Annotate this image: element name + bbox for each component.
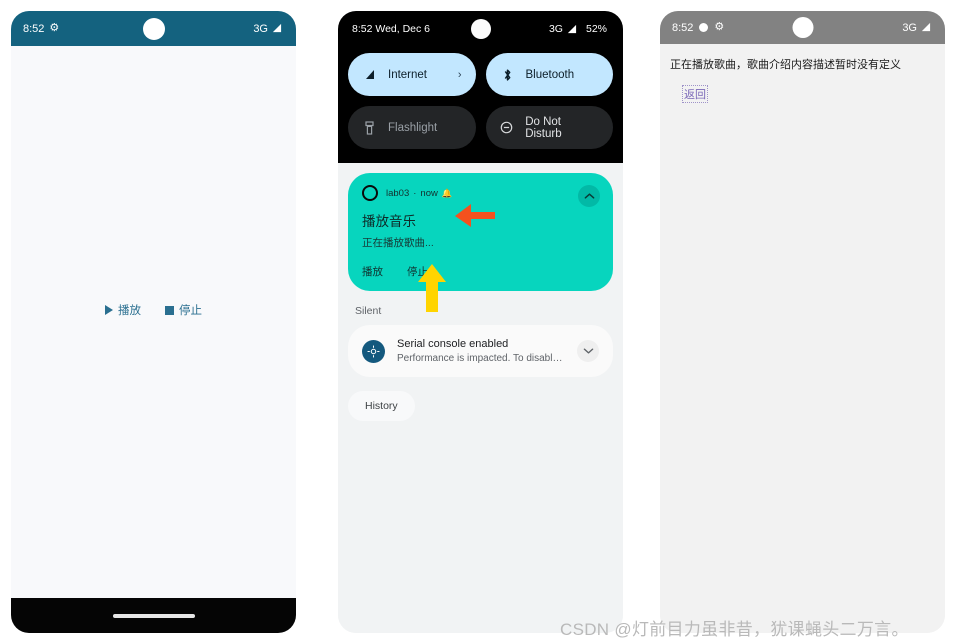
signal-icon: [921, 22, 931, 32]
phone1-clock: 8:52: [23, 22, 45, 35]
gesture-pill[interactable]: [112, 613, 195, 618]
app-ring-icon: [362, 185, 378, 201]
gear-icon: ⚙: [49, 22, 60, 34]
notification-serial-console[interactable]: Serial console enabled Performance is im…: [348, 325, 613, 377]
quick-settings-panel: Internet › Bluetooth Flashlight Do Not D…: [338, 47, 623, 163]
phone1-status-right: 3G: [253, 23, 282, 35]
phone3-status-bar: 8:52 ⚙ 3G: [660, 11, 945, 44]
media-controls: 播放 停止: [105, 302, 202, 318]
meta-separator: ·: [413, 187, 417, 199]
quick-tile-do-not-disturb[interactable]: Do Not Disturb: [485, 106, 613, 149]
quick-settings-grid: Internet › Bluetooth Flashlight Do Not D…: [348, 53, 613, 149]
signal-icon: [272, 23, 282, 33]
history-button[interactable]: History: [348, 391, 415, 421]
phone2-status-right: 3G 52%: [549, 23, 607, 35]
now-playing-message: 正在播放歌曲，歌曲介绍内容描述暂时没有定义: [670, 59, 901, 71]
notification-serial-title: Serial console enabled: [397, 338, 509, 350]
notification-serial-text-block: Serial console enabled Performance is im…: [397, 338, 565, 364]
network-indicator: 3G: [549, 23, 577, 35]
quick-tile-internet-label: Internet: [388, 68, 427, 81]
quick-tile-dnd-label: Do Not Disturb: [525, 115, 562, 140]
phone2-clock-date: 8:52 Wed, Dec 6: [352, 23, 431, 35]
notification-app-name: lab03: [386, 187, 410, 199]
notification-action-play[interactable]: 播放: [362, 264, 383, 279]
chevron-down-icon[interactable]: [577, 340, 599, 362]
phone2-status-bar: 8:52 Wed, Dec 6 3G 52%: [338, 11, 623, 47]
flashlight-icon: [362, 120, 377, 135]
phone3-status-right: 3G: [902, 22, 931, 34]
camera-punch-hole: [470, 19, 491, 39]
network-type-label: 3G: [253, 22, 268, 35]
silent-section-label: Silent: [355, 305, 382, 317]
red-arrow-annotation: [455, 204, 495, 227]
stop-button-label: 停止: [179, 305, 202, 317]
circle-icon: [699, 23, 709, 32]
signal-icon: [362, 69, 377, 81]
camera-punch-hole: [142, 17, 165, 40]
play-triangle-icon: [105, 305, 113, 315]
phone3-content: 正在播放歌曲，歌曲介绍内容描述暂时没有定义 返回: [660, 44, 945, 633]
quick-tile-bluetooth[interactable]: Bluetooth: [485, 53, 613, 96]
do-not-disturb-icon: [500, 121, 515, 134]
quick-tile-flashlight[interactable]: Flashlight: [348, 106, 476, 149]
phone-3-webview-screen: 8:52 ⚙ 3G 正在播放歌曲，歌曲介绍内容描述暂时没有定义 返回: [660, 11, 945, 633]
quick-tile-internet[interactable]: Internet ›: [348, 53, 476, 96]
quick-tile-flashlight-label: Flashlight: [388, 121, 438, 134]
gear-icon: ⚙: [714, 21, 725, 33]
stop-square-icon: [165, 305, 174, 315]
phone1-status-left: 8:52 ⚙: [23, 23, 59, 35]
notification-time: now: [420, 187, 438, 199]
stop-button[interactable]: 停止: [165, 302, 202, 318]
notification-serial-subtitle: Performance is impacted. To disable, che…: [397, 353, 565, 364]
network-type-label: 3G: [902, 21, 917, 34]
phone1-navigation-bar: [11, 598, 296, 633]
yellow-arrow-annotation: [418, 264, 446, 312]
phone3-status-left: 8:52 ⚙: [672, 22, 724, 34]
notification-music-actions: 播放 停止: [362, 264, 599, 279]
chevron-right-icon[interactable]: ›: [458, 69, 462, 81]
phone-2-notification-shade: 8:52 Wed, Dec 6 3G 52% Internet › Blueto…: [338, 11, 623, 633]
camera-punch-hole: [792, 17, 813, 38]
phone3-clock: 8:52: [672, 21, 694, 34]
settings-gear-icon: [362, 339, 385, 363]
phone1-content: 播放 停止: [11, 46, 296, 598]
play-button[interactable]: 播放: [105, 302, 141, 318]
play-button-label: 播放: [118, 305, 141, 317]
screenshot-stage: 8:52 ⚙ 3G 播放 停止 8:52 Wed, Dec 6 3G 52% I…: [0, 0, 954, 644]
back-link[interactable]: 返回: [682, 84, 708, 103]
signal-icon: [567, 24, 577, 33]
phone-1-app-screen: 8:52 ⚙ 3G 播放 停止: [11, 11, 296, 633]
chevron-up-icon[interactable]: [578, 185, 600, 207]
bluetooth-icon: [500, 68, 515, 82]
battery-percent-label: 52%: [585, 23, 607, 35]
quick-tile-bluetooth-label: Bluetooth: [525, 68, 575, 81]
network-type-label: 3G: [548, 23, 563, 35]
phone1-status-bar: 8:52 ⚙ 3G: [11, 11, 296, 46]
